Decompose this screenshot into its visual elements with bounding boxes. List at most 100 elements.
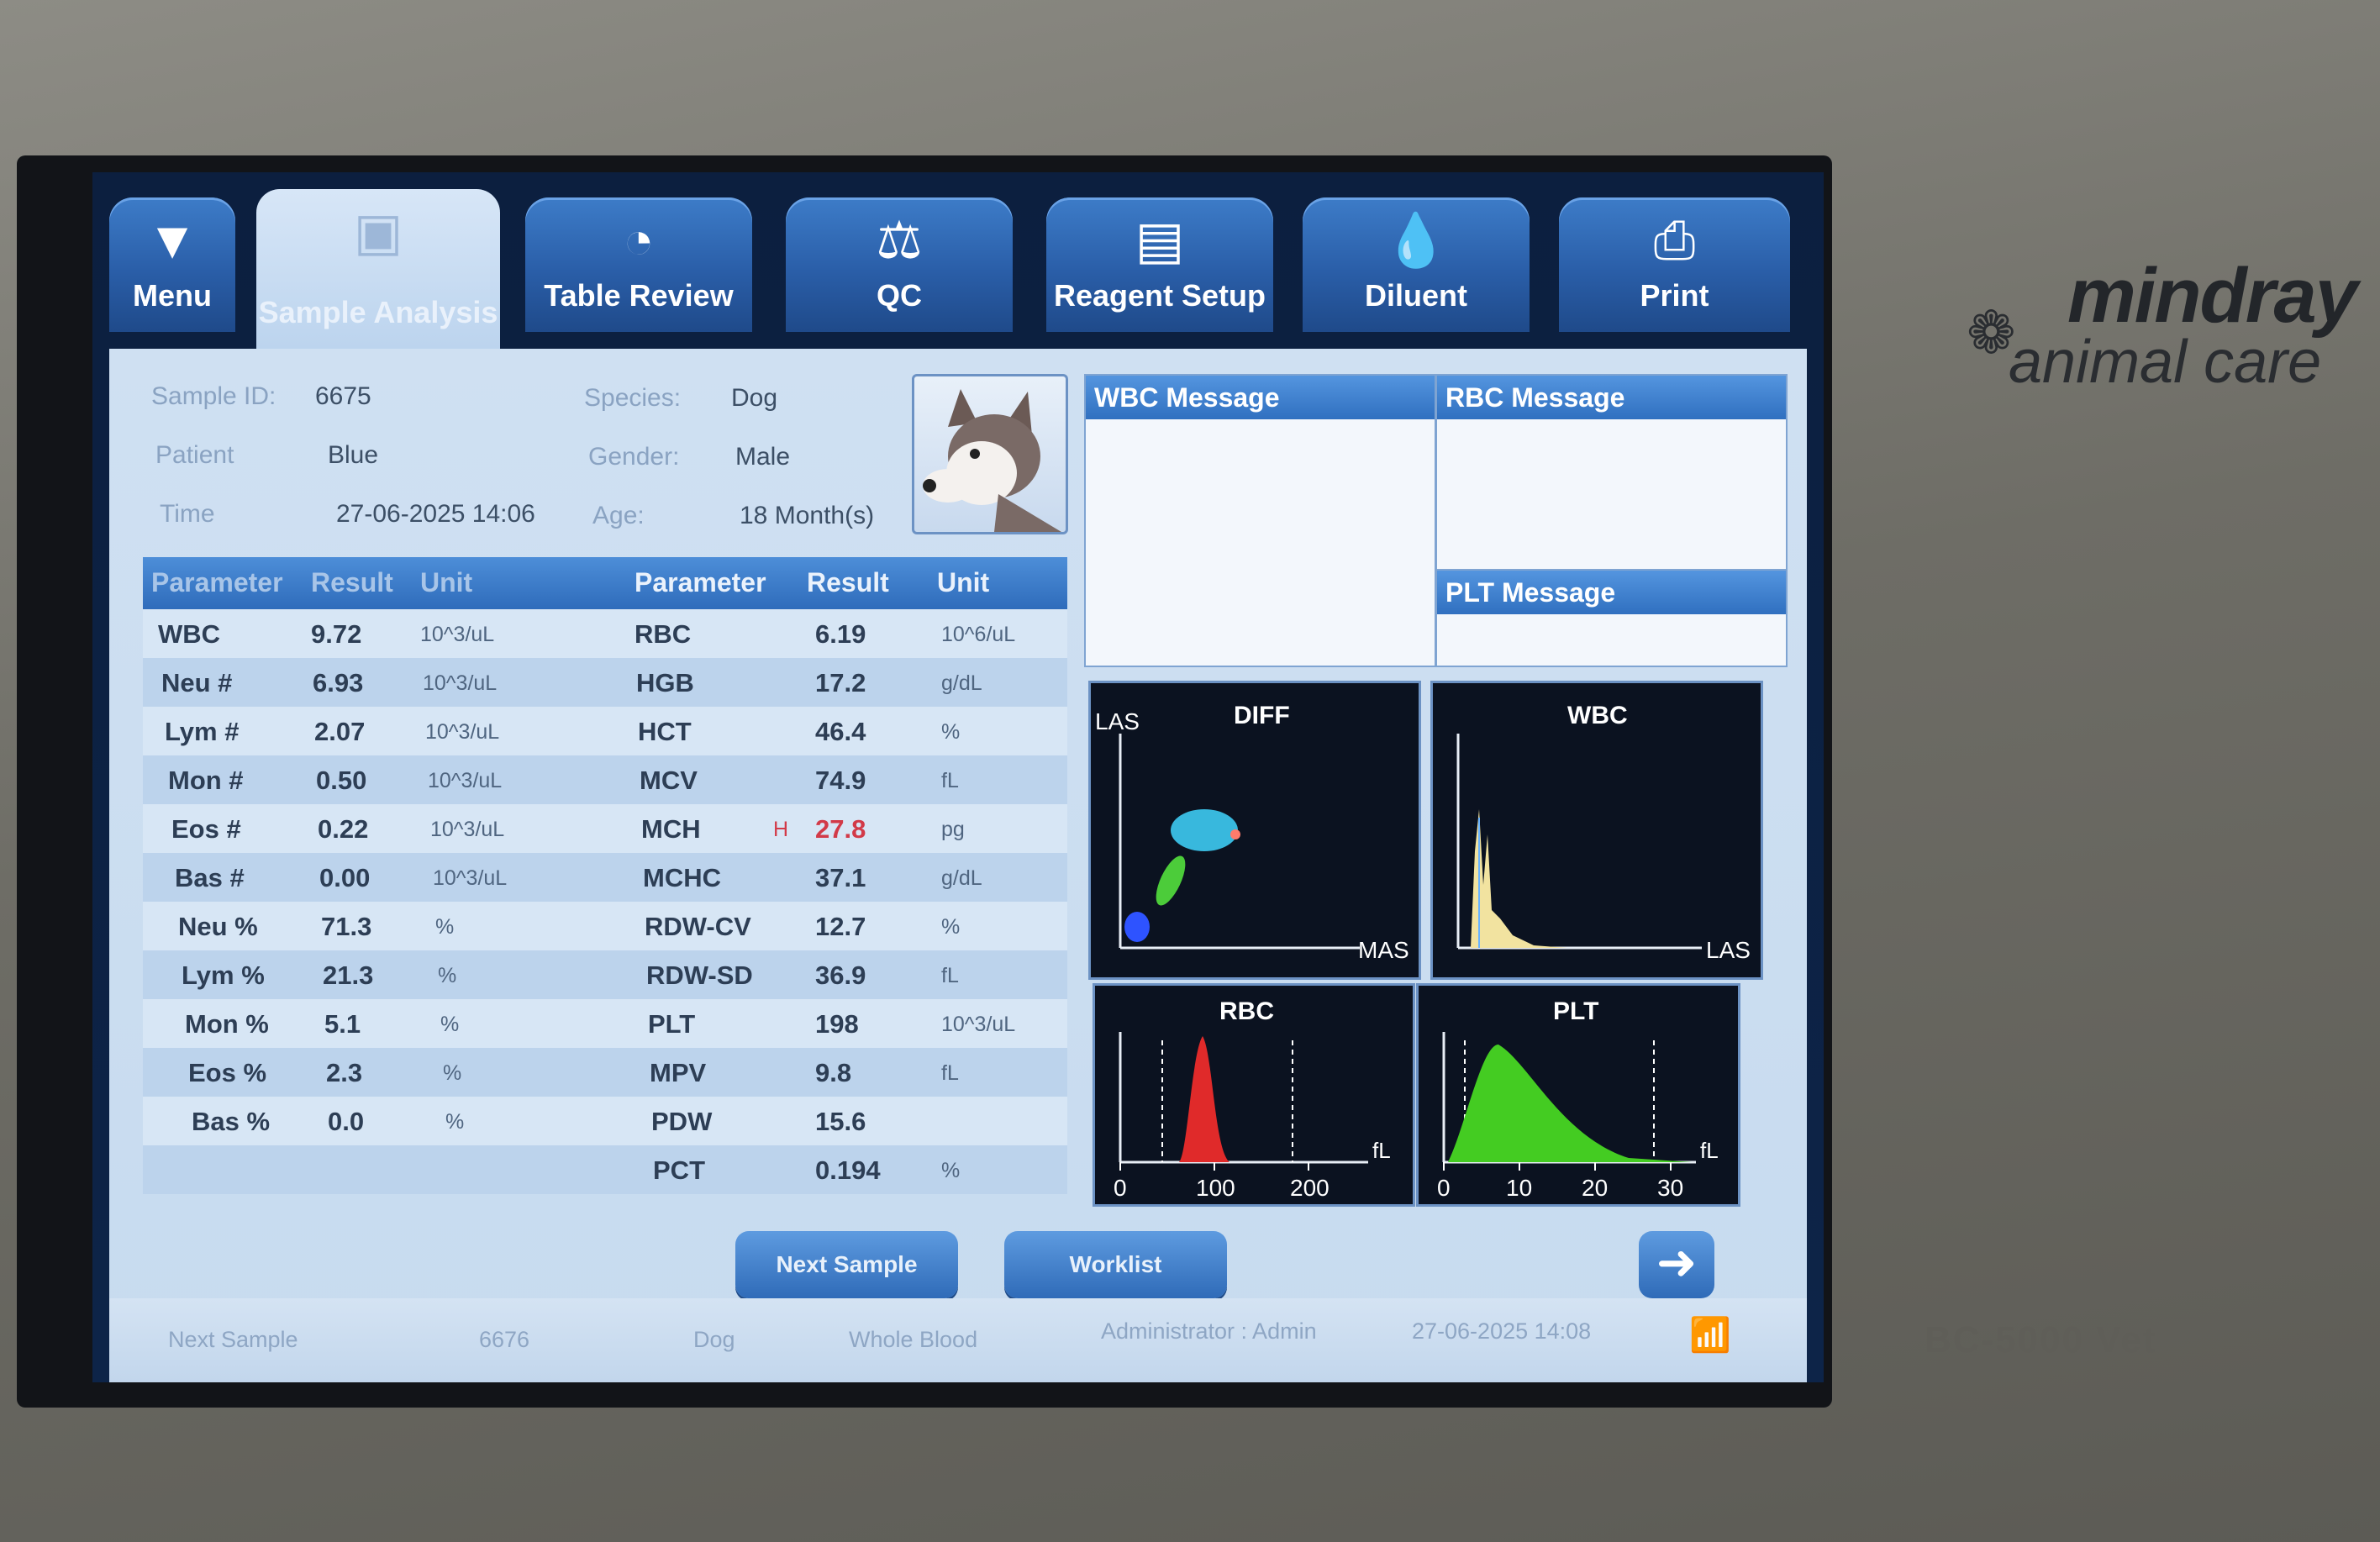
parameter-name-2: MCHC [643, 863, 721, 892]
diff-plot: DIFF LAS MAS [1095, 702, 1409, 963]
tab-label: Print [1640, 278, 1709, 313]
result-value: 0.22 [318, 814, 369, 844]
table-row: Eos # 0.22 10^3/uL MCH H 27.8 pg [143, 804, 1067, 853]
parameter-name-2: RDW-CV [645, 912, 751, 941]
tab-sample-analysis[interactable]: ▣ Sample Analysis [256, 189, 500, 349]
unit-value: % [443, 1061, 462, 1085]
table-row: Neu # 6.93 10^3/uL HGB 17.2 g/dL [143, 658, 1067, 707]
species-value: Dog [731, 384, 778, 412]
plt-graph-title: PLT [1553, 997, 1598, 1025]
tab-diluent[interactable]: 💧 Diluent [1303, 197, 1530, 332]
unit-value-2: fL [941, 964, 959, 987]
analyzer-screen: ▼ Menu ▣ Sample Analysis ◔ Table Review … [92, 172, 1824, 1382]
rbc-histogram: RBC fL 0 100 200 [1093, 983, 1415, 1207]
table-row: Eos % 2.3% MPV 9.8 fL [143, 1048, 1067, 1097]
next-sample-label: Next Sample [168, 1327, 298, 1352]
parameter-name: Bas # [175, 863, 245, 892]
parameter-name: Lym % [182, 960, 265, 990]
unit-value-2: fL [941, 1061, 959, 1085]
parameter-name-2: PCT [653, 1155, 705, 1185]
parameter-name: Bas % [192, 1107, 271, 1136]
result-value-2: 198 [815, 1009, 859, 1039]
parameter-name-2: PLT [648, 1009, 696, 1039]
unit-value-2: pg [941, 818, 965, 841]
tab-label: QC [877, 278, 922, 313]
next-sample-mode: Whole Blood [849, 1327, 978, 1352]
menu-button[interactable]: ▼ Menu [109, 197, 235, 332]
rbc-unit: fL [1372, 1138, 1391, 1163]
plt-message-title: PLT Message [1437, 571, 1786, 614]
parameter-name: Mon % [185, 1009, 269, 1039]
sample-id-label: Sample ID: [151, 382, 276, 410]
diff-y-axis: LAS [1095, 708, 1140, 734]
patient-label: Patient [155, 441, 234, 469]
result-value-2: 36.9 [815, 960, 866, 990]
printer-icon: ⎙ [1653, 212, 1696, 270]
tab-label: Sample Analysis [258, 295, 498, 329]
table-row: Bas % 0.0% PDW 15.6 [143, 1097, 1067, 1145]
rbc-plot: RBC fL 0 100 200 [1114, 997, 1391, 1201]
tab-label: Diluent [1365, 278, 1467, 313]
result-value: 21.3 [323, 960, 374, 990]
parameter-name-2: MCV [640, 766, 698, 795]
age-value: 18 Month(s) [740, 502, 875, 529]
result-value-2: 15.6 [815, 1107, 866, 1136]
result-value: 9.72 [311, 619, 362, 649]
parameter-name-2: HCT [638, 717, 692, 746]
rbc-message-box: RBC Message [1435, 374, 1788, 571]
brand-sub: animal care [2009, 329, 2322, 396]
menu-label: Menu [133, 278, 212, 313]
parameter-name: Eos # [171, 814, 241, 844]
top-nav: ▼ Menu ▣ Sample Analysis ◔ Table Review … [92, 172, 1824, 349]
result-value-2: 17.2 [815, 668, 866, 697]
parameter-name: Neu % [178, 912, 258, 941]
diff-title: DIFF [1234, 702, 1290, 729]
worklist-button[interactable]: Worklist [1004, 1231, 1227, 1298]
status-datetime: 27-06-2025 14:08 [1412, 1318, 1592, 1344]
next-page-arrow-icon[interactable]: ➜ [1639, 1231, 1714, 1298]
parameter-name-2: RBC [634, 619, 692, 649]
rbc-tick: 100 [1196, 1175, 1235, 1201]
age-label: Age: [592, 502, 645, 529]
unit-value-2: g/dL [941, 671, 982, 695]
table-row: Lym % 21.3% RDW-SD 36.9 fL [143, 950, 1067, 999]
tab-qc[interactable]: ⚖ QC [786, 197, 1013, 332]
table-row: PCT 0.194% [143, 1145, 1067, 1194]
tab-reagent-setup[interactable]: ▤ Reagent Setup [1046, 197, 1273, 332]
result-value-2: 9.8 [815, 1058, 852, 1087]
unit-value-2: 10^6/uL [941, 623, 1016, 646]
unit-value: 10^3/uL [433, 866, 508, 890]
network-icon: 📶 [1689, 1317, 1731, 1354]
time-label: Time [160, 500, 215, 528]
unit-value: 10^3/uL [420, 623, 495, 646]
parameter-name-2: MCH [641, 814, 701, 844]
bottles-icon: ▤ [1135, 212, 1185, 270]
user-label: Administrator : Admin [1101, 1318, 1317, 1344]
diff-scattergram: DIFF LAS MAS [1088, 681, 1421, 980]
rbc-tick: 0 [1114, 1175, 1127, 1201]
tab-label: Table Review [544, 278, 734, 313]
unit-value-2: 10^3/uL [941, 1013, 1016, 1036]
parameter-name-2: PDW [651, 1107, 713, 1136]
tab-label: Reagent Setup [1053, 278, 1266, 313]
tab-table-review[interactable]: ◔ Table Review [525, 197, 752, 332]
plt-unit: fL [1700, 1138, 1719, 1163]
next-sample-button[interactable]: Next Sample [735, 1231, 958, 1298]
unit-value: % [438, 964, 457, 987]
col-parameter: Parameter [151, 567, 283, 597]
sample-analysis-panel: Sample ID: 6675 Patient Blue Time 27-06-… [109, 349, 1807, 1382]
col-parameter-2: Parameter [634, 567, 766, 597]
result-value-2: 6.19 [815, 619, 866, 649]
parameter-name: Eos % [188, 1058, 267, 1087]
result-value-2: 12.7 [815, 912, 866, 941]
unit-value-2: % [941, 915, 961, 939]
clock-icon: ◔ [623, 212, 655, 270]
unit-value-2: g/dL [941, 866, 982, 890]
next-sample-species: Dog [693, 1327, 735, 1352]
table-row: Mon # 0.50 10^3/uL MCV 74.9 fL [143, 755, 1067, 804]
patient-value: Blue [328, 441, 379, 469]
unit-value: 10^3/uL [423, 671, 498, 695]
tab-print[interactable]: ⎙ Print [1559, 197, 1790, 332]
table-row: Bas # 0.00 10^3/uL MCHC 37.1 g/dL [143, 853, 1067, 902]
diff-x-axis: MAS [1358, 937, 1409, 963]
